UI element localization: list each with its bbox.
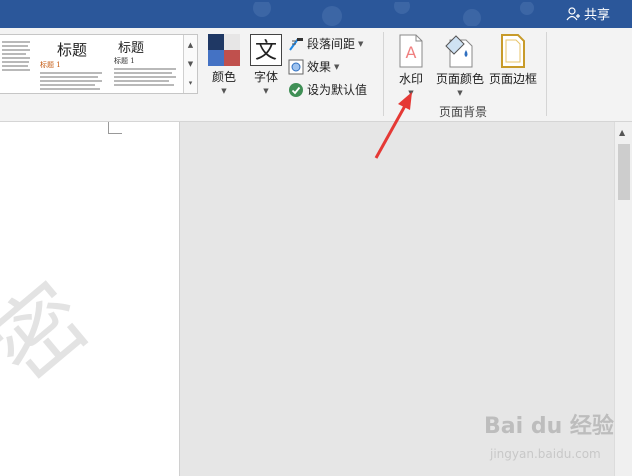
- gallery-more-icon[interactable]: ▾: [189, 79, 193, 87]
- design-small-buttons: 段落间距 ▼ 效果 ▼ 设为默认值: [288, 32, 367, 101]
- title-bar: 共享: [0, 0, 632, 28]
- effects-button[interactable]: 效果 ▼: [288, 55, 367, 78]
- watermark-icon: A: [399, 34, 423, 68]
- page-watermark: 密: [0, 264, 109, 403]
- baidu-url: jingyan.baidu.com: [490, 447, 601, 461]
- font-icon: 文: [250, 34, 282, 66]
- watermark-button[interactable]: A 水印 ▼: [393, 34, 429, 97]
- vertical-scrollbar[interactable]: ▲: [614, 122, 632, 476]
- effects-label: 效果: [307, 60, 332, 74]
- thumb-text-lines: [40, 72, 104, 90]
- paragraph-spacing-icon: [289, 37, 303, 51]
- style-thumb-2[interactable]: 标题 标题 1: [38, 35, 106, 93]
- check-icon: [289, 82, 303, 97]
- margin-corner-mark: [108, 122, 122, 134]
- page-borders-label: 页面边框: [488, 72, 537, 86]
- page-color-button[interactable]: 页面颜色 ▼: [434, 34, 486, 97]
- thumb-title: 标题: [118, 41, 145, 56]
- page-color-label: 页面颜色: [435, 72, 484, 86]
- thumb-subtitle: 标题 1: [114, 57, 135, 65]
- scroll-up-icon[interactable]: ▲: [619, 128, 625, 137]
- chevron-down-icon: ▼: [263, 87, 269, 95]
- color-palette-icon: [208, 34, 240, 66]
- scroll-up-icon[interactable]: ▲: [188, 41, 193, 49]
- document-page[interactable]: 密: [0, 122, 180, 476]
- page-borders-button[interactable]: 页面边框: [488, 34, 538, 87]
- ribbon: 标题 标题 1 标题 标题 1 ▲ ▼ ▾ 颜色 ▼ 文 字体 ▼ 段落间距 ▼…: [0, 28, 632, 122]
- gallery-scroll[interactable]: ▲ ▼ ▾: [183, 35, 197, 93]
- chevron-down-icon: ▼: [358, 39, 364, 48]
- set-default-label: 设为默认值: [307, 83, 368, 97]
- page-color-icon: [445, 35, 473, 68]
- chevron-down-icon: ▼: [457, 89, 463, 97]
- style-thumb-1[interactable]: [0, 35, 32, 93]
- style-thumb-3[interactable]: 标题 标题 1: [112, 35, 180, 93]
- fonts-button[interactable]: 文 字体 ▼: [248, 34, 284, 95]
- colors-button[interactable]: 颜色 ▼: [206, 34, 242, 95]
- share-button[interactable]: 共享: [566, 4, 610, 23]
- page-background-group-label: 页面背景: [438, 105, 487, 119]
- set-default-button[interactable]: 设为默认值: [288, 78, 367, 101]
- paragraph-spacing-button[interactable]: 段落间距 ▼: [288, 32, 367, 55]
- fonts-label: 字体: [253, 70, 278, 84]
- thumb-text-lines: [2, 41, 30, 71]
- paragraph-spacing-label: 段落间距: [307, 37, 356, 51]
- chevron-down-icon: ▼: [221, 87, 227, 95]
- effects-icon: [288, 59, 304, 74]
- title-bar-decoration: [253, 2, 534, 26]
- scroll-down-icon[interactable]: ▼: [188, 60, 193, 68]
- thumb-text-lines: [114, 68, 178, 86]
- watermark-label: 水印: [398, 72, 423, 86]
- share-label: 共享: [583, 8, 610, 23]
- style-set-gallery: 标题 标题 1 标题 标题 1 ▲ ▼ ▾: [0, 34, 198, 94]
- annotation-arrow: [374, 92, 412, 159]
- thumb-title: 标题: [56, 41, 87, 59]
- chevron-down-icon: ▼: [334, 62, 340, 71]
- thumb-subtitle: 标题 1: [40, 61, 61, 69]
- scrollbar-thumb[interactable]: [618, 144, 630, 200]
- page-borders-icon: [501, 34, 525, 68]
- person-icon: [566, 6, 580, 20]
- svg-text:A: A: [406, 43, 417, 62]
- group-separator: [546, 32, 547, 116]
- svg-text:文: 文: [255, 39, 277, 64]
- colors-label: 颜色: [211, 70, 236, 84]
- baidu-watermark: Bai du 经验: [484, 414, 614, 439]
